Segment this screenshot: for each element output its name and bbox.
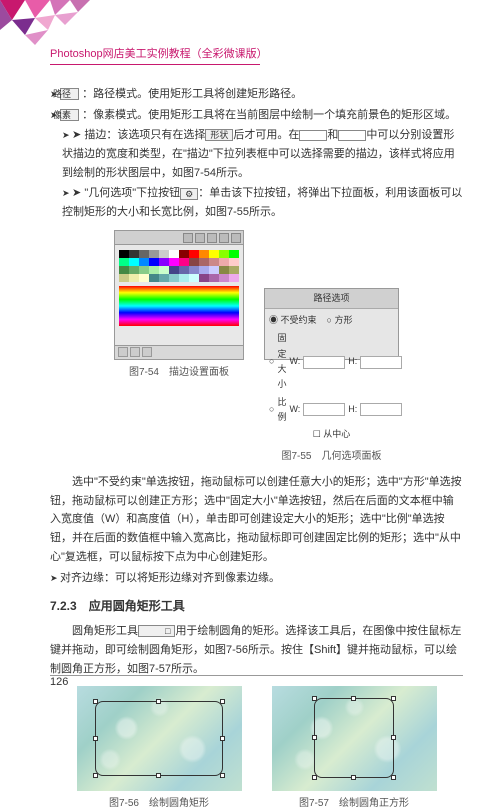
shape-icon: 形状 [205,129,233,141]
radio-unconstrained: ◉ 不受约束 [269,313,317,328]
section-heading: 7.2.3 应用圆角矩形工具 [50,596,463,616]
stroke-width-field-icon [299,130,327,141]
bullet-pixel-mode: 像素 ：像素模式。使用矩形工具将在当前图层中绘制一个填充前景色的矩形区域。 [50,106,463,125]
figure-7-57: 图7-57 绘制圆角正方形 [272,686,437,812]
paragraph-rounded-rect: 圆角矩形工具□用于绘制圆角的矩形。选择该工具后，在图像中按住鼠标左键并拖动，即可… [50,622,463,678]
ratio-w-input[interactable] [303,403,345,416]
bullet-path-mode: 路径 ：路径模式。使用矩形工具将创建矩形路径。 [50,85,463,104]
header-decoration [0,0,140,70]
paragraph-options: 选中"不受约束"单选按钮，拖动鼠标可以创建任意大小的矩形；选中"方形"单选按钮，… [50,473,463,566]
height-input[interactable] [360,356,402,369]
geometry-panel-title: 路径选项 [265,289,398,309]
ratio-row: ○ 比例 W: H: [269,395,394,426]
fixed-size-row: ○ 固定大小 W: H: [269,331,394,392]
footer-line [50,675,463,676]
path-mode-icon: 路径 [60,88,79,100]
width-input[interactable] [303,356,345,369]
figure-7-56-caption: 图7-56 绘制圆角矩形 [77,795,242,812]
gear-icon: ⚙ [180,188,198,200]
geometry-panel: 路径选项 ◉ 不受约束○ 方形 ○ 固定大小 W: H: ○ 比例 W: H: … [264,288,399,360]
stroke-type-field-icon [338,130,366,141]
rounded-rect-tool-icon: □ [138,625,175,637]
figure-7-56: 图7-56 绘制圆角矩形 [77,686,242,812]
figure-7-55-caption: 图7-55 几何选项面板 [264,448,399,465]
bullet-align-edge: 对齐边缘：可以将矩形边缘对齐到像素边缘。 [50,569,463,588]
figure-7-55: 路径选项 ◉ 不受约束○ 方形 ○ 固定大小 W: H: ○ 比例 W: H: … [264,230,399,465]
stroke-panel [114,230,244,360]
figure-7-57-caption: 图7-57 绘制圆角正方形 [272,795,437,812]
rounded-square-canvas [272,686,437,791]
bullet-stroke: ➤ 描边：该选项只有在选择形状后才可用。在和中可以分别设置形状描边的宽度和类型，… [50,126,463,182]
radio-square: ○ 方形 [327,313,353,328]
pixel-mode-icon: 像素 [60,109,79,121]
figure-7-54-caption: 图7-54 描边设置面板 [114,364,244,381]
ratio-h-input[interactable] [360,403,402,416]
from-center-check: ☐ 从中心 [269,427,394,442]
bullet-geometry: ➤ "几何选项"下拉按钮⚙：单击该下拉按钮，将弹出下拉面板，利用该面板可以控制矩… [50,184,463,221]
page-number: 126 [50,676,68,688]
figure-7-54: 图7-54 描边设置面板 [114,230,244,465]
rounded-rect-canvas [77,686,242,791]
